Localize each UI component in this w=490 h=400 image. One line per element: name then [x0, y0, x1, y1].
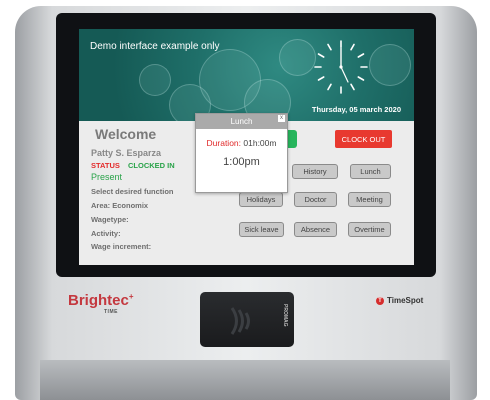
popup-title: Lunch: [230, 117, 253, 126]
timespot-icon: T: [376, 296, 384, 305]
reader-brand: PROMAG: [282, 304, 288, 327]
timespot-label: TimeSpot: [387, 296, 424, 305]
activity-field: Activity:: [91, 229, 121, 238]
presence-status: Present: [91, 172, 123, 182]
coin-decoration: [279, 39, 316, 76]
current-date: Thursday, 05 march 2020: [311, 105, 401, 114]
function-prompt: Select desired function: [91, 187, 174, 196]
duration-row: Duration: 01h:00m: [196, 138, 287, 148]
overtime-button[interactable]: Overtime: [348, 222, 391, 237]
lunch-popup: Lunch x Duration: 01h:00m 1:00pm: [195, 113, 288, 193]
status-value: CLOCKED IN: [127, 161, 175, 170]
sick-leave-button[interactable]: Sick leave: [239, 222, 284, 237]
timespot-logo: T TimeSpot: [376, 296, 423, 305]
brightec-logo: Brightec+: [68, 292, 134, 309]
rfid-icon: [230, 307, 250, 335]
card-reader[interactable]: PROMAG: [200, 292, 294, 347]
analog-clock-icon: [314, 40, 368, 94]
duration-label: Duration:: [206, 138, 242, 148]
lunch-button[interactable]: Lunch: [350, 164, 391, 179]
popup-header: Lunch x: [196, 114, 287, 129]
employee-name: Patty S. Esparza: [91, 148, 162, 158]
meeting-button[interactable]: Meeting: [348, 192, 391, 207]
brand-mark: +: [128, 292, 134, 301]
doctor-button[interactable]: Doctor: [294, 192, 337, 207]
lunch-time: 1:00pm: [223, 156, 260, 168]
demo-notice: Demo interface example only: [90, 41, 220, 52]
welcome-heading: Welcome: [95, 126, 157, 142]
brand-name: Brightec: [68, 292, 129, 309]
coin-decoration: [369, 44, 411, 86]
header-banner: Demo interface example only Thursday, 05…: [79, 29, 414, 121]
status-label: STATUS: [91, 161, 120, 170]
brand-subtitle: TIME: [104, 309, 118, 315]
kiosk-base: [40, 360, 450, 400]
wage-increment-field: Wage increment:: [91, 242, 152, 251]
history-button[interactable]: History: [292, 164, 338, 179]
wagetype-field: Wagetype:: [91, 215, 129, 224]
status-row: STATUS CLOCKED IN: [91, 161, 175, 170]
close-icon[interactable]: x: [278, 115, 285, 122]
holidays-button[interactable]: Holidays: [239, 192, 283, 207]
absence-button[interactable]: Absence: [294, 222, 337, 237]
area-field: Area: Economix: [91, 201, 149, 210]
clock-out-button[interactable]: CLOCK OUT: [335, 130, 392, 148]
duration-value: 01h:00m: [243, 138, 277, 148]
coin-decoration: [139, 64, 171, 96]
